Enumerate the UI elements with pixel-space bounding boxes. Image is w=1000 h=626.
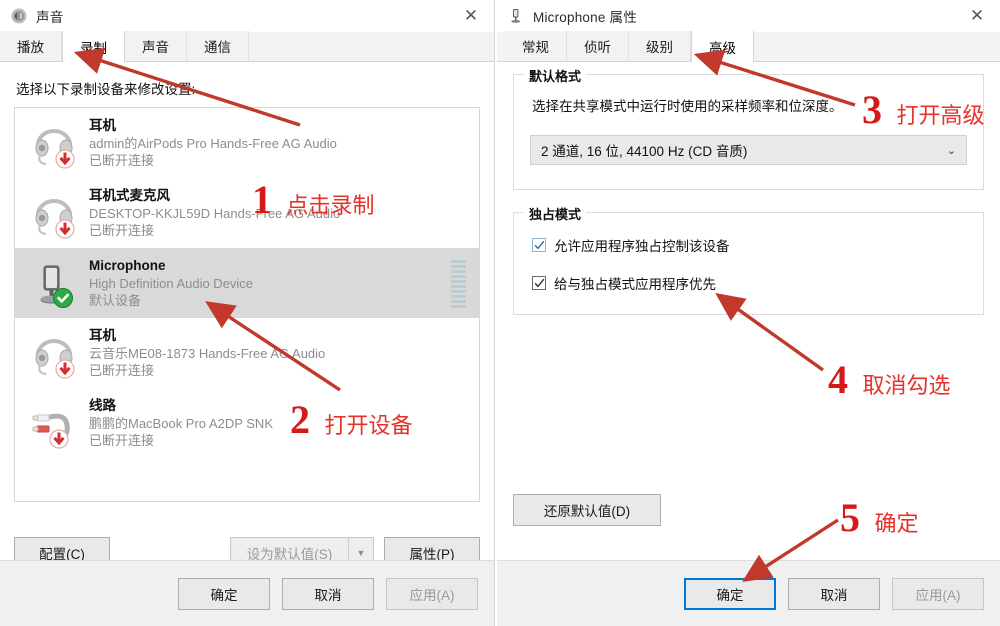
microphone-properties-title: Microphone 属性 bbox=[533, 10, 637, 25]
default-format-description: 选择在共享模式中运行时使用的采样频率和位深度。 bbox=[532, 99, 843, 114]
microphone-icon bbox=[507, 7, 525, 25]
tab-listen[interactable]: 侦听 bbox=[567, 31, 629, 61]
device-description: 云音乐ME08-1873 Hands-Free AG Audio bbox=[89, 345, 326, 361]
device-name: 线路 bbox=[89, 397, 116, 413]
ok-button[interactable]: 确定 bbox=[178, 577, 270, 610]
chevron-down-icon[interactable]: ⌄ bbox=[947, 144, 956, 157]
list-item-text: 耳机式麦克风 DESKTOP-KKJL59D Hands-Free AG Aud… bbox=[83, 187, 340, 239]
restore-defaults-button[interactable]: 还原默认值(D) bbox=[513, 494, 661, 526]
device-status: 已断开连接 bbox=[89, 432, 155, 448]
list-item[interactable]: 线路 鹏鹏的MacBook Pro A2DP SNK 已断开连接 bbox=[15, 388, 479, 458]
list-item-microphone[interactable]: Microphone High Definition Audio Device … bbox=[15, 248, 479, 318]
microphone-icon bbox=[25, 254, 83, 312]
microphone-properties-footer: 确定 取消 应用(A) bbox=[497, 560, 1000, 626]
sound-dialog-window: 声音 ✕ 播放 录制 声音 通信 选择以下录制设备来修改设置: 耳机 admin… bbox=[0, 0, 495, 626]
default-format-legend: 默认格式 bbox=[524, 66, 587, 85]
list-item[interactable]: 耳机 云音乐ME08-1873 Hands-Free AG Audio 已断开连… bbox=[15, 318, 479, 388]
device-description: 鹏鹏的MacBook Pro A2DP SNK bbox=[89, 415, 273, 431]
exclusive-control-checkbox-row[interactable]: 允许应用程序独占控制该设备 bbox=[530, 231, 967, 259]
cancel-button[interactable]: 取消 bbox=[282, 577, 374, 610]
headset-icon bbox=[25, 114, 83, 172]
rca-cable-icon bbox=[25, 394, 83, 452]
tab-playback[interactable]: 播放 bbox=[0, 31, 62, 61]
recording-prompt: 选择以下录制设备来修改设置: bbox=[16, 82, 196, 97]
tab-advanced[interactable]: 高级 bbox=[691, 31, 754, 62]
screenshot-root: 声音 ✕ 播放 录制 声音 通信 选择以下录制设备来修改设置: 耳机 admin… bbox=[0, 0, 1000, 626]
device-status: 已断开连接 bbox=[89, 362, 155, 378]
headset-icon bbox=[25, 184, 83, 242]
list-item-text: Microphone High Definition Audio Device … bbox=[83, 257, 253, 309]
tab-communications[interactable]: 通信 bbox=[187, 31, 249, 61]
microphone-properties-window: Microphone 属性 ✕ 常规 侦听 级别 高级 默认格式 选择在共享模式… bbox=[497, 0, 1000, 626]
sound-dialog-footer: 确定 取消 应用(A) bbox=[0, 560, 494, 626]
list-item-text: 耳机 云音乐ME08-1873 Hands-Free AG Audio 已断开连… bbox=[83, 327, 325, 379]
apply-button[interactable]: 应用(A) bbox=[892, 577, 984, 610]
recording-device-list[interactable]: 耳机 admin的AirPods Pro Hands-Free AG Audio… bbox=[14, 107, 480, 502]
device-status: 已断开连接 bbox=[89, 222, 155, 238]
list-item-text: 线路 鹏鹏的MacBook Pro A2DP SNK 已断开连接 bbox=[83, 397, 273, 449]
apply-button[interactable]: 应用(A) bbox=[386, 577, 478, 610]
speaker-icon bbox=[10, 7, 28, 25]
device-description: admin的AirPods Pro Hands-Free AG Audio bbox=[89, 135, 337, 151]
device-name: 耳机 bbox=[89, 327, 116, 343]
sound-dialog-title: 声音 bbox=[36, 10, 64, 25]
list-item[interactable]: 耳机 admin的AirPods Pro Hands-Free AG Audio… bbox=[15, 108, 479, 178]
exclusive-priority-checkbox-row[interactable]: 给与独占模式应用程序优先 bbox=[530, 269, 967, 297]
close-icon[interactable]: ✕ bbox=[448, 0, 494, 32]
recording-tab-panel: 选择以下录制设备来修改设置: 耳机 admin的AirPods Pro Hand… bbox=[0, 62, 494, 525]
microphone-properties-titlebar: Microphone 属性 ✕ bbox=[497, 0, 1000, 32]
exclusive-priority-label: 给与独占模式应用程序优先 bbox=[554, 277, 716, 292]
restore-defaults-wrapper: 还原默认值(D) bbox=[513, 494, 661, 526]
microphone-properties-tabs: 常规 侦听 级别 高级 bbox=[497, 31, 1000, 62]
device-name: 耳机 bbox=[89, 117, 116, 133]
checkbox-checked-icon[interactable] bbox=[532, 276, 546, 290]
ok-button[interactable]: 确定 bbox=[684, 577, 776, 610]
device-description: High Definition Audio Device bbox=[89, 275, 254, 291]
device-status: 已断开连接 bbox=[89, 152, 155, 168]
device-name: Microphone bbox=[89, 257, 166, 273]
device-status: 默认设备 bbox=[89, 292, 142, 308]
sound-dialog-tabs: 播放 录制 声音 通信 bbox=[0, 31, 494, 62]
device-name: 耳机式麦克风 bbox=[89, 187, 170, 203]
default-format-value: 2 通道, 16 位, 44100 Hz (CD 音质) bbox=[541, 144, 748, 159]
sound-dialog-titlebar: 声音 ✕ bbox=[0, 0, 494, 32]
tab-levels[interactable]: 级别 bbox=[629, 31, 691, 61]
cancel-button[interactable]: 取消 bbox=[788, 577, 880, 610]
advanced-tab-panel: 默认格式 选择在共享模式中运行时使用的采样频率和位深度。 2 通道, 16 位,… bbox=[497, 62, 1000, 540]
device-description: DESKTOP-KKJL59D Hands-Free AG Audio bbox=[89, 205, 341, 221]
close-icon[interactable]: ✕ bbox=[954, 0, 1000, 32]
exclusive-mode-group: 独占模式 允许应用程序独占控制该设备 给与独占模式应用程序优先 bbox=[513, 204, 984, 315]
level-meter bbox=[451, 260, 466, 308]
tab-sounds[interactable]: 声音 bbox=[125, 31, 187, 61]
default-format-select[interactable]: 2 通道, 16 位, 44100 Hz (CD 音质) ⌄ bbox=[530, 135, 967, 165]
list-item-text: 耳机 admin的AirPods Pro Hands-Free AG Audio… bbox=[83, 117, 337, 169]
tab-recording[interactable]: 录制 bbox=[62, 31, 125, 62]
headset-icon bbox=[25, 324, 83, 382]
exclusive-control-label: 允许应用程序独占控制该设备 bbox=[554, 239, 730, 254]
default-format-group: 默认格式 选择在共享模式中运行时使用的采样频率和位深度。 2 通道, 16 位,… bbox=[513, 66, 984, 190]
list-item[interactable]: 耳机式麦克风 DESKTOP-KKJL59D Hands-Free AG Aud… bbox=[15, 178, 479, 248]
exclusive-mode-legend: 独占模式 bbox=[524, 204, 587, 223]
checkbox-checked-icon[interactable] bbox=[532, 238, 546, 252]
tab-general[interactable]: 常规 bbox=[505, 31, 567, 61]
